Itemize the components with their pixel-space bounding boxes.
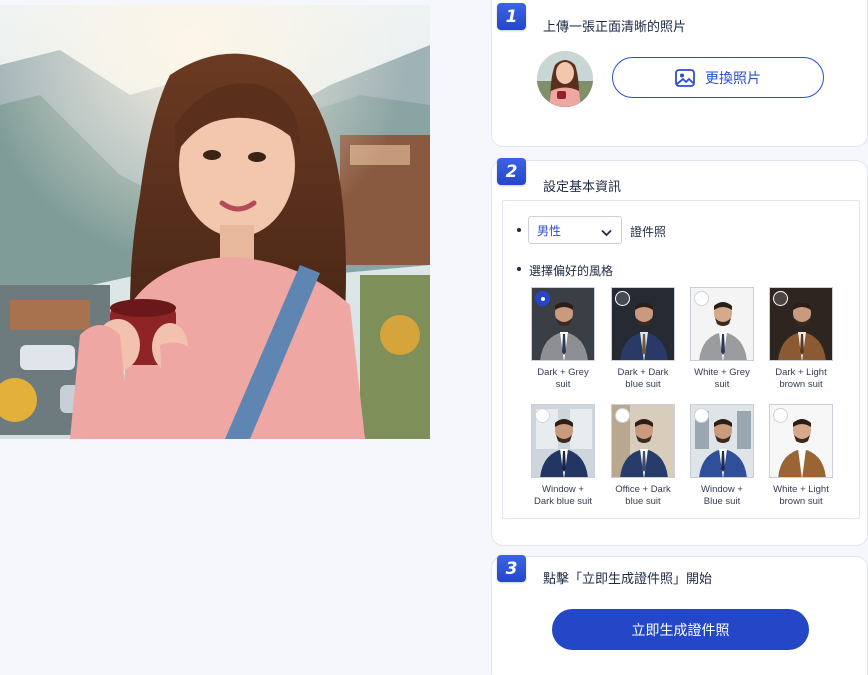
style-label: Dark + Light [775,367,827,378]
style-thumbnail [611,287,675,361]
step-number-badge: 3 [497,555,526,582]
style-option-dark-grey[interactable]: Dark + Grey suit [517,287,609,391]
style-option-dark-light-brown[interactable]: Dark + Light brown suit [755,287,847,391]
style-label: Dark + Dark [617,367,669,378]
style-radio[interactable] [773,291,788,306]
style-label: brown suit [779,496,823,507]
style-thumbnail [769,404,833,478]
style-option-window-dark-blue[interactable]: Window + Dark blue suit [517,404,609,508]
uploaded-photo-preview [0,5,430,439]
style-radio[interactable] [694,291,709,306]
style-thumbnail [531,404,595,478]
generate-id-photo-button[interactable]: 立即生成證件照 [552,609,809,650]
style-radio[interactable] [535,408,550,423]
style-section-heading: 選擇偏好的風格 [529,264,614,278]
bullet-icon [517,228,521,232]
image-icon [675,68,695,87]
style-label: Window + [542,484,584,495]
style-thumbnail [611,404,675,478]
style-label: blue suit [625,379,661,390]
change-photo-label: 更換照片 [705,69,761,86]
style-label: Window + [701,484,743,495]
bullet-icon [517,267,521,271]
style-label: blue suit [625,496,661,507]
style-radio[interactable] [773,408,788,423]
style-label: Blue suit [703,496,741,507]
id-photo-label: 證件照 [630,225,667,239]
step-title-generate: 點擊「立即生成證件照」開始 [543,572,713,587]
step-number-badge: 2 [497,158,526,185]
style-label: suit [714,379,730,390]
avatar [537,51,593,107]
style-thumbnail [531,287,595,361]
style-thumbnail [690,404,754,478]
gender-select-value: 男性 [537,223,562,238]
style-radio[interactable] [694,408,709,423]
step-number-badge: 1 [497,3,526,30]
style-radio[interactable] [615,408,630,423]
style-label: White + Light [773,484,829,495]
style-radio[interactable] [615,291,630,306]
style-label: Dark blue suit [533,496,593,507]
step-title-upload: 上傳一張正面清晰的照片 [543,20,687,35]
style-label: brown suit [779,379,823,390]
style-label: White + Grey [694,367,750,378]
style-label: suit [555,379,571,390]
style-thumbnail [769,287,833,361]
gender-select[interactable]: 男性 [528,216,622,244]
style-thumbnail [690,287,754,361]
chevron-down-icon [601,226,612,240]
style-radio[interactable] [535,291,550,306]
change-photo-button[interactable]: 更換照片 [612,57,824,98]
style-label: Dark + Grey [537,367,589,378]
step-title-basic-info: 設定基本資訊 [543,180,622,195]
style-option-white-light-brown[interactable]: White + Light brown suit [755,404,847,508]
style-label: Office + Dark [615,484,671,495]
